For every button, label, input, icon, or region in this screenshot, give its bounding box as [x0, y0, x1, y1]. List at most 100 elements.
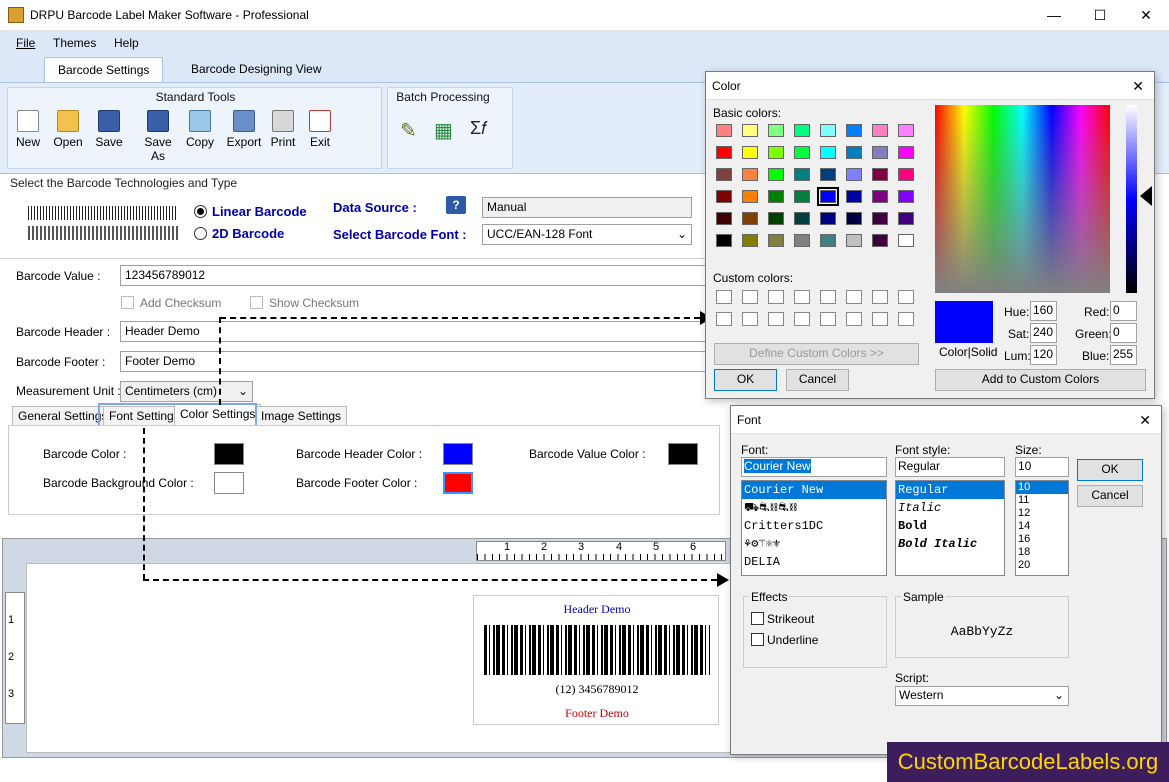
font-style-list-item[interactable]: Italic: [896, 499, 1004, 517]
barcode-header-input[interactable]: Header Demo: [120, 321, 720, 342]
menu-help[interactable]: Help: [114, 36, 139, 50]
custom-color-swatch[interactable]: [742, 290, 758, 304]
linear-barcode-label[interactable]: Linear Barcode: [212, 204, 307, 219]
basic-color-swatch[interactable]: [872, 190, 888, 203]
font-list-item[interactable]: ⛟⛐⛓⛐⛓: [742, 499, 886, 517]
close-button[interactable]: ✕: [1123, 0, 1169, 31]
lum-input[interactable]: 120: [1030, 345, 1057, 365]
barcode-value-input[interactable]: 123456789012: [120, 265, 720, 286]
basic-color-swatch[interactable]: [742, 234, 758, 247]
custom-color-swatch[interactable]: [768, 312, 784, 326]
font-size-list-item[interactable]: 11: [1016, 494, 1068, 507]
custom-color-swatch[interactable]: [742, 312, 758, 326]
barcode-footer-input[interactable]: Footer Demo: [120, 351, 720, 372]
font-size-list-item[interactable]: 14: [1016, 520, 1068, 533]
basic-color-swatch[interactable]: [820, 124, 836, 137]
tab-barcode-designing-view[interactable]: Barcode Designing View: [178, 57, 335, 83]
basic-color-swatch[interactable]: [898, 190, 914, 203]
font-style-list[interactable]: Regular Italic Bold Bold Italic: [895, 480, 1005, 576]
basic-color-swatch[interactable]: [768, 168, 784, 181]
basic-color-swatch[interactable]: [742, 124, 758, 137]
minimize-button[interactable]: —: [1031, 0, 1077, 31]
basic-color-swatch[interactable]: [898, 146, 914, 159]
2d-barcode-label[interactable]: 2D Barcode: [212, 226, 284, 241]
basic-color-swatch[interactable]: [898, 234, 914, 247]
maximize-button[interactable]: ☐: [1077, 0, 1123, 31]
basic-color-swatch[interactable]: [898, 124, 914, 137]
save-as-button[interactable]: Save As: [136, 110, 180, 163]
basic-color-swatch[interactable]: [794, 212, 810, 225]
tab-image-settings[interactable]: Image Settings: [255, 406, 348, 426]
basic-color-swatch[interactable]: [872, 146, 888, 159]
font-size-list-item[interactable]: 10: [1016, 481, 1068, 494]
basic-color-swatch[interactable]: [872, 212, 888, 225]
basic-color-swatch[interactable]: [768, 124, 784, 137]
custom-color-swatch[interactable]: [846, 312, 862, 326]
basic-color-swatch[interactable]: [898, 212, 914, 225]
basic-color-swatch[interactable]: [817, 187, 839, 206]
basic-color-swatch[interactable]: [716, 146, 732, 159]
basic-color-swatch[interactable]: [768, 212, 784, 225]
basic-color-swatch[interactable]: [872, 124, 888, 137]
basic-color-swatch[interactable]: [716, 168, 732, 181]
basic-color-swatch[interactable]: [742, 146, 758, 159]
new-button[interactable]: New: [8, 110, 48, 149]
custom-color-swatch[interactable]: [768, 290, 784, 304]
basic-color-swatch[interactable]: [898, 168, 914, 181]
custom-color-swatch[interactable]: [716, 312, 732, 326]
custom-color-swatch[interactable]: [872, 290, 888, 304]
basic-color-swatch[interactable]: [794, 146, 810, 159]
basic-color-swatch[interactable]: [820, 168, 836, 181]
menu-themes[interactable]: Themes: [53, 36, 96, 50]
exit-button[interactable]: Exit: [300, 110, 340, 149]
basic-color-swatch[interactable]: [768, 146, 784, 159]
blue-input[interactable]: 255: [1110, 345, 1137, 365]
basic-color-swatch[interactable]: [872, 168, 888, 181]
font-size-input[interactable]: 10: [1015, 457, 1069, 477]
basic-color-swatch[interactable]: [846, 124, 862, 137]
font-size-list-item[interactable]: 12: [1016, 507, 1068, 520]
strikeout-checkbox[interactable]: [751, 612, 764, 625]
red-input[interactable]: 0: [1110, 301, 1137, 321]
font-list[interactable]: Courier New ⛟⛐⛓⛐⛓ Critters1DC ⚘⚙⚚⚛⚜ DELIA: [741, 480, 887, 576]
show-checksum-checkbox[interactable]: [250, 296, 263, 309]
basic-color-swatch[interactable]: [872, 234, 888, 247]
add-checksum-checkbox[interactable]: [121, 296, 134, 309]
menu-file[interactable]: File: [16, 36, 35, 50]
footer-color-swatch[interactable]: [443, 472, 473, 494]
color-cancel-button[interactable]: Cancel: [786, 369, 849, 391]
print-button[interactable]: Print: [263, 110, 303, 149]
font-size-list-item[interactable]: 16: [1016, 533, 1068, 546]
basic-color-swatch[interactable]: [820, 234, 836, 247]
add-to-custom-colors-button[interactable]: Add to Custom Colors: [935, 369, 1146, 391]
custom-color-swatch[interactable]: [872, 312, 888, 326]
basic-color-swatch[interactable]: [716, 234, 732, 247]
font-style-list-item[interactable]: Regular: [896, 481, 1004, 499]
basic-color-swatch[interactable]: [742, 190, 758, 203]
font-size-list-item[interactable]: 20: [1016, 559, 1068, 572]
basic-color-swatch[interactable]: [794, 168, 810, 181]
basic-color-swatch[interactable]: [820, 146, 836, 159]
tab-barcode-settings[interactable]: Barcode Settings: [44, 57, 164, 83]
close-icon[interactable]: ✕: [1132, 72, 1144, 100]
basic-color-swatch[interactable]: [846, 212, 862, 225]
font-style-input[interactable]: Regular: [895, 457, 1005, 477]
basic-color-swatch[interactable]: [742, 168, 758, 181]
close-icon[interactable]: ✕: [1139, 406, 1151, 434]
custom-color-swatch[interactable]: [820, 290, 836, 304]
custom-color-swatch[interactable]: [846, 290, 862, 304]
background-color-swatch[interactable]: [214, 472, 244, 494]
underline-checkbox[interactable]: [751, 633, 764, 646]
value-color-swatch[interactable]: [668, 443, 698, 465]
font-list-item[interactable]: Courier New: [742, 481, 886, 499]
basic-color-swatch[interactable]: [716, 212, 732, 225]
basic-color-swatch[interactable]: [794, 124, 810, 137]
formula-icon[interactable]: Σ𝑓: [470, 118, 487, 139]
barcode-font-select[interactable]: UCC/EAN-128 Font ⌄: [482, 224, 692, 245]
basic-color-swatch[interactable]: [742, 212, 758, 225]
barcode-preview[interactable]: Header Demo (12) 3456789012 Footer Demo: [473, 595, 719, 725]
font-cancel-button[interactable]: Cancel: [1077, 485, 1143, 507]
font-ok-button[interactable]: OK: [1077, 459, 1143, 481]
font-list-item[interactable]: Critters1DC: [742, 517, 886, 535]
barcode-color-swatch[interactable]: [214, 443, 244, 465]
